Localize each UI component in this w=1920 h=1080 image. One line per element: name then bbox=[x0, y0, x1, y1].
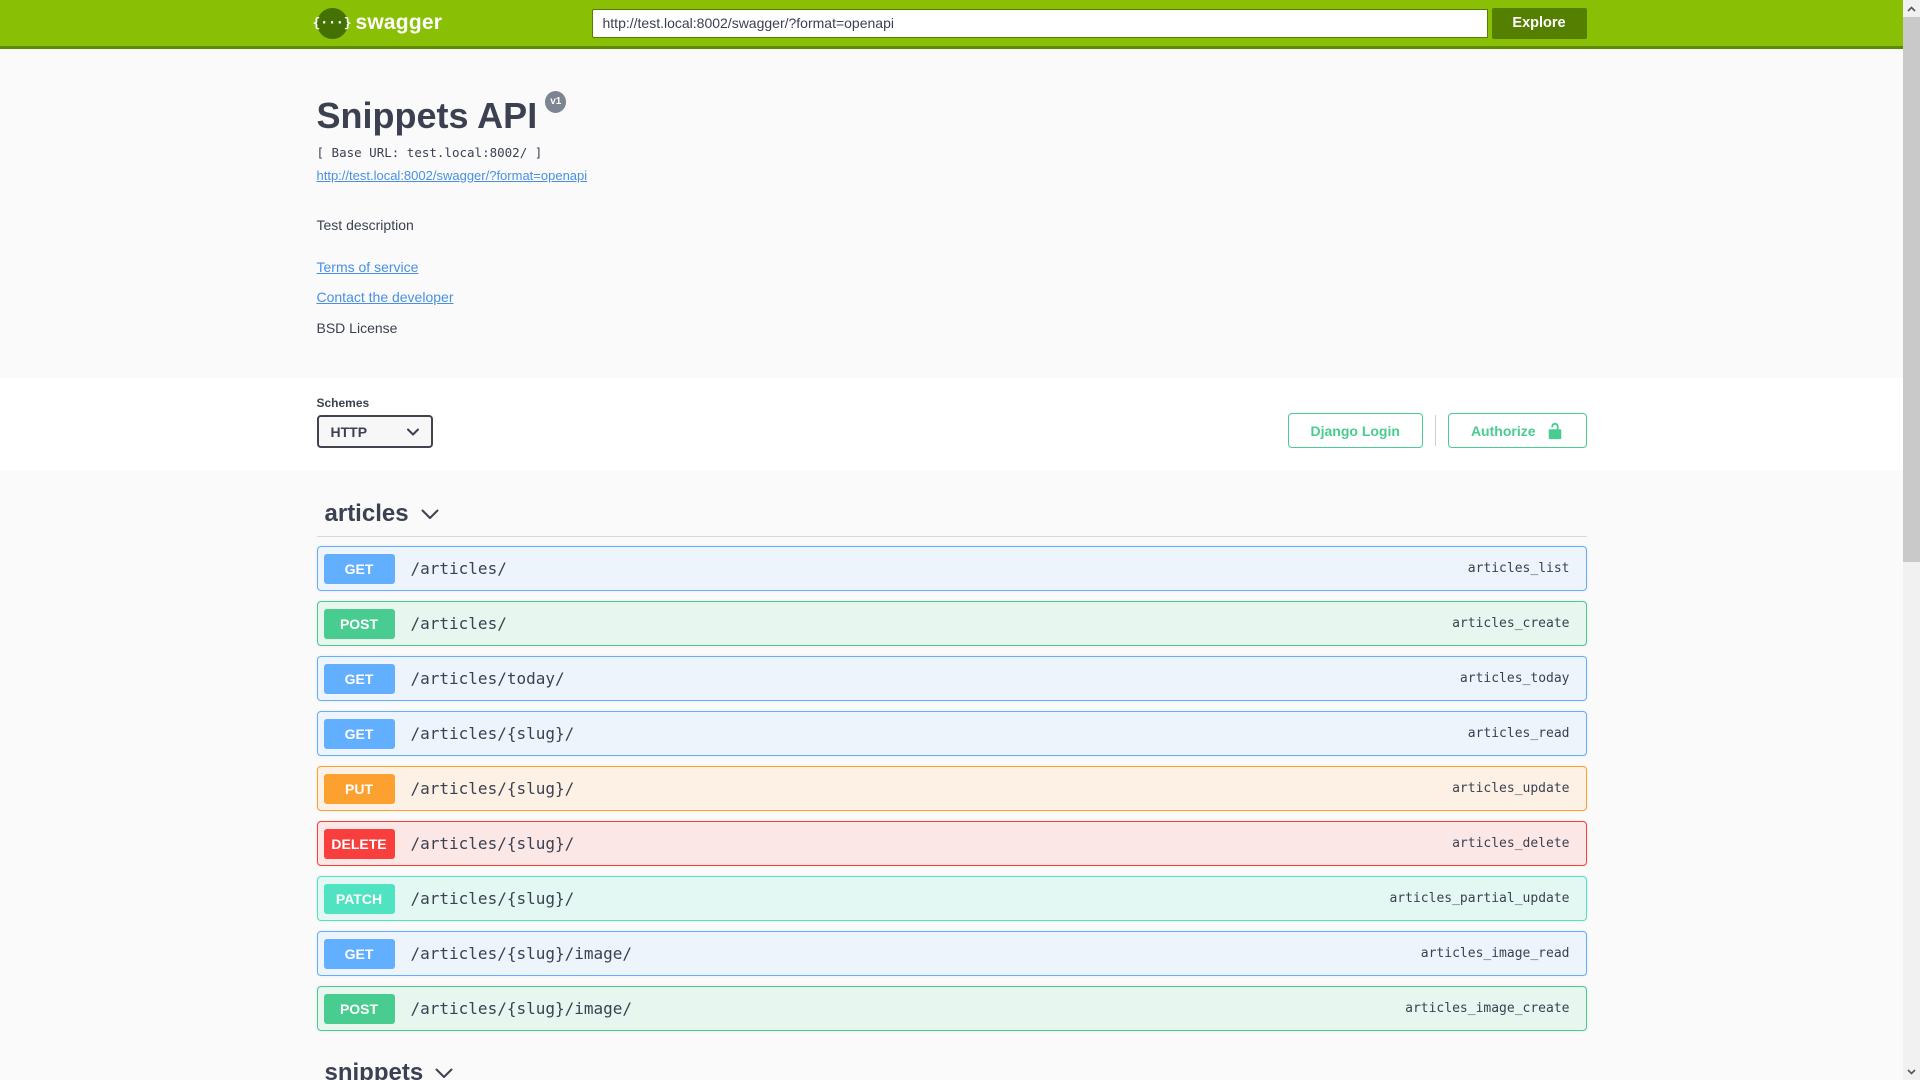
operation-row[interactable]: POST /articles/ articles_create bbox=[316, 601, 1587, 646]
vertical-scrollbar[interactable] bbox=[1903, 0, 1920, 1080]
django-login-button[interactable]: Django Login bbox=[1287, 413, 1423, 448]
operation-path: /articles/{slug}/image/ bbox=[410, 944, 633, 963]
scheme-select[interactable]: HTTP bbox=[316, 415, 433, 448]
version-badge: v1 bbox=[545, 91, 567, 113]
scroll-up-icon[interactable] bbox=[1903, 0, 1920, 17]
method-badge: DELETE bbox=[323, 828, 395, 859]
method-badge: POST bbox=[323, 993, 395, 1024]
terms-of-service-link[interactable]: Terms of service bbox=[317, 259, 419, 275]
tag-section: snippets GET /snippets/ snippets_list bbox=[317, 1057, 1587, 1080]
operation-path: /articles/{slug}/ bbox=[410, 779, 575, 798]
spec-url-input[interactable] bbox=[591, 8, 1488, 38]
operation-row[interactable]: GET /articles/ articles_list bbox=[316, 546, 1587, 591]
spec-link[interactable]: http://test.local:8002/swagger/?format=o… bbox=[317, 168, 588, 183]
tag-title: articles bbox=[324, 500, 409, 527]
operation-id: articles_today bbox=[1459, 671, 1570, 686]
operation-row[interactable]: POST /articles/{slug}/image/ articles_im… bbox=[316, 986, 1587, 1031]
explore-button[interactable]: Explore bbox=[1491, 7, 1587, 39]
operation-id: articles_image_read bbox=[1420, 946, 1570, 961]
page-title: Snippets API v1 bbox=[316, 91, 1587, 137]
operation-id: articles_list bbox=[1467, 561, 1570, 576]
tag-header-snippets[interactable]: snippets bbox=[317, 1057, 1587, 1080]
operations-area: articles GET /articles/ articles_list PO… bbox=[0, 470, 1903, 1080]
license-text: BSD License bbox=[316, 320, 398, 336]
schemes-label: Schemes bbox=[316, 396, 370, 410]
unlock-icon bbox=[1548, 422, 1561, 439]
method-badge: GET bbox=[323, 553, 395, 584]
swagger-brand-link[interactable]: {···} swagger bbox=[312, 7, 443, 39]
chevron-down-icon bbox=[421, 509, 439, 519]
authorize-label: Authorize bbox=[1470, 422, 1536, 439]
operation-row[interactable]: GET /articles/{slug}/ articles_read bbox=[316, 711, 1587, 756]
scheme-selected-value: HTTP bbox=[330, 423, 368, 440]
method-badge: GET bbox=[323, 718, 395, 749]
chevron-down-icon bbox=[406, 428, 419, 435]
contact-developer-link[interactable]: Contact the developer bbox=[317, 289, 454, 305]
operation-id: articles_update bbox=[1452, 781, 1570, 796]
scroll-down-icon[interactable] bbox=[1903, 1063, 1920, 1080]
tag-title: snippets bbox=[324, 1059, 424, 1080]
base-url: [ Base URL: test.local:8002/ ] bbox=[316, 145, 543, 160]
api-description: Test description bbox=[316, 217, 414, 233]
method-badge: GET bbox=[323, 663, 395, 694]
method-badge: PUT bbox=[323, 773, 395, 804]
method-badge: PATCH bbox=[323, 883, 395, 914]
operation-id: articles_read bbox=[1467, 726, 1570, 741]
brand-name: swagger bbox=[355, 11, 443, 34]
api-title-text: Snippets API bbox=[316, 95, 538, 136]
scrollbar-thumb[interactable] bbox=[1903, 17, 1920, 562]
method-badge: POST bbox=[323, 608, 395, 639]
operation-id: articles_delete bbox=[1452, 836, 1570, 851]
chevron-down-icon bbox=[435, 1068, 453, 1078]
operation-path: /articles/{slug}/ bbox=[410, 889, 575, 908]
button-divider bbox=[1434, 415, 1436, 446]
schemes-group: Schemes HTTP bbox=[316, 396, 433, 448]
tag-header-articles[interactable]: articles bbox=[316, 498, 1587, 537]
operation-path: /articles/{slug}/ bbox=[410, 834, 575, 853]
tag-section: articles GET /articles/ articles_list PO… bbox=[316, 498, 1587, 1031]
operation-path: /articles/today/ bbox=[410, 669, 565, 688]
spec-url-group: Explore bbox=[591, 7, 1587, 39]
swagger-logo-icon: {···} bbox=[312, 7, 352, 39]
operation-path: /articles/{slug}/image/ bbox=[410, 999, 633, 1018]
operation-path: /articles/{slug}/ bbox=[410, 724, 575, 743]
operation-id: articles_create bbox=[1452, 616, 1570, 631]
operation-path: /articles/ bbox=[410, 614, 507, 633]
operation-row[interactable]: PATCH /articles/{slug}/ articles_partial… bbox=[316, 876, 1587, 921]
swagger-ui-page: {···} swagger Explore Snippets API v1 [ … bbox=[0, 0, 1920, 1080]
operation-row[interactable]: GET /articles/today/ articles_today bbox=[316, 656, 1587, 701]
auth-wrapper: Django Login Authorize bbox=[1287, 413, 1587, 448]
topbar: {···} swagger Explore bbox=[0, 0, 1903, 49]
operation-row[interactable]: PUT /articles/{slug}/ articles_update bbox=[316, 766, 1587, 811]
operation-row[interactable]: GET /articles/{slug}/image/ articles_ima… bbox=[316, 931, 1587, 976]
scheme-section: Schemes HTTP Django Login Authorize bbox=[0, 378, 1903, 470]
api-info-section: Snippets API v1 [ Base URL: test.local:8… bbox=[0, 49, 1903, 378]
operation-row[interactable]: DELETE /articles/{slug}/ articles_delete bbox=[316, 821, 1587, 866]
operation-id: articles_partial_update bbox=[1389, 891, 1570, 906]
method-badge: GET bbox=[323, 938, 395, 969]
django-login-label: Django Login bbox=[1310, 422, 1400, 439]
operation-path: /articles/ bbox=[410, 559, 507, 578]
operation-rows: GET /articles/ articles_list POST /artic… bbox=[316, 546, 1587, 1031]
authorize-button[interactable]: Authorize bbox=[1447, 413, 1587, 448]
operation-id: articles_image_create bbox=[1405, 1001, 1570, 1016]
